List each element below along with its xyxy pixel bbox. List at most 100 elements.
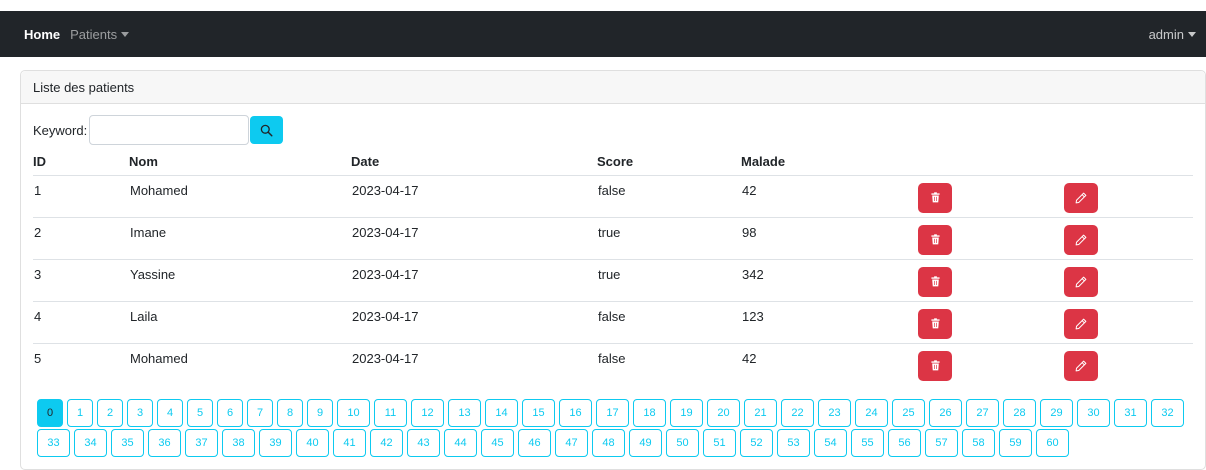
nav-home-link[interactable]: Home <box>24 27 60 42</box>
page-button-7[interactable]: 7 <box>247 399 273 427</box>
table-row: 4 Laila 2023-04-17 false 123 <box>33 300 1193 343</box>
page-button-57[interactable]: 57 <box>925 429 958 457</box>
cell-edit <box>1063 300 1193 343</box>
page-button-0[interactable]: 0 <box>37 399 63 427</box>
nav-patients-dropdown[interactable]: Patients <box>70 26 130 42</box>
page-button-36[interactable]: 36 <box>148 429 181 457</box>
cell-delete <box>917 216 1063 259</box>
edit-button[interactable] <box>1064 350 1098 381</box>
page-button-12[interactable]: 12 <box>411 399 444 427</box>
page-button-33[interactable]: 33 <box>37 429 70 457</box>
delete-button[interactable] <box>918 266 952 297</box>
page-button-44[interactable]: 44 <box>444 429 477 457</box>
page-button-25[interactable]: 25 <box>892 399 925 427</box>
page-button-53[interactable]: 53 <box>777 429 810 457</box>
nav-patients-label: Patients <box>70 26 118 42</box>
page-button-46[interactable]: 46 <box>518 429 551 457</box>
page-button-59[interactable]: 59 <box>999 429 1032 457</box>
page-button-56[interactable]: 56 <box>888 429 921 457</box>
cell-malade: 342 <box>741 258 917 301</box>
cell-score: false <box>597 174 741 217</box>
page-button-45[interactable]: 45 <box>481 429 514 457</box>
delete-button[interactable] <box>918 182 952 213</box>
page-button-48[interactable]: 48 <box>592 429 625 457</box>
page-button-17[interactable]: 17 <box>596 399 629 427</box>
page-button-24[interactable]: 24 <box>855 399 888 427</box>
patients-card: Liste des patients Keyword: ID Nom Date … <box>20 70 1206 470</box>
page-button-1[interactable]: 1 <box>67 399 93 427</box>
page-button-54[interactable]: 54 <box>814 429 847 457</box>
page-button-8[interactable]: 8 <box>277 399 303 427</box>
page-button-50[interactable]: 50 <box>666 429 699 457</box>
page-button-49[interactable]: 49 <box>629 429 662 457</box>
page-button-23[interactable]: 23 <box>818 399 851 427</box>
page-button-42[interactable]: 42 <box>370 429 403 457</box>
delete-button[interactable] <box>918 308 952 339</box>
cell-nom: Yassine <box>129 258 351 301</box>
page-button-52[interactable]: 52 <box>740 429 773 457</box>
cell-date: 2023-04-17 <box>351 342 597 385</box>
page-button-47[interactable]: 47 <box>555 429 588 457</box>
page-button-60[interactable]: 60 <box>1036 429 1069 457</box>
cell-edit <box>1063 342 1193 385</box>
page-button-40[interactable]: 40 <box>296 429 329 457</box>
page-button-41[interactable]: 41 <box>333 429 366 457</box>
page-button-19[interactable]: 19 <box>670 399 703 427</box>
cell-id: 2 <box>33 216 129 259</box>
cell-edit <box>1063 174 1193 217</box>
delete-button[interactable] <box>918 350 952 381</box>
page-button-18[interactable]: 18 <box>633 399 666 427</box>
page-button-31[interactable]: 31 <box>1114 399 1147 427</box>
cell-malade: 42 <box>741 174 917 217</box>
delete-button[interactable] <box>918 224 952 255</box>
page-button-55[interactable]: 55 <box>851 429 884 457</box>
page-button-5[interactable]: 5 <box>187 399 213 427</box>
page-button-29[interactable]: 29 <box>1040 399 1073 427</box>
nav-user-dropdown[interactable]: admin <box>1149 27 1196 42</box>
page-button-21[interactable]: 21 <box>744 399 777 427</box>
edit-button[interactable] <box>1064 224 1098 255</box>
page-button-38[interactable]: 38 <box>222 429 255 457</box>
page-button-43[interactable]: 43 <box>407 429 440 457</box>
page-button-32[interactable]: 32 <box>1151 399 1184 427</box>
page-button-39[interactable]: 39 <box>259 429 292 457</box>
trash-icon <box>930 192 940 203</box>
cell-delete <box>917 258 1063 301</box>
page-button-37[interactable]: 37 <box>185 429 218 457</box>
edit-button[interactable] <box>1064 308 1098 339</box>
edit-button[interactable] <box>1064 182 1098 213</box>
page-button-2[interactable]: 2 <box>97 399 123 427</box>
page-button-15[interactable]: 15 <box>522 399 555 427</box>
page-button-26[interactable]: 26 <box>929 399 962 427</box>
search-button[interactable] <box>250 116 284 144</box>
page-button-14[interactable]: 14 <box>485 399 518 427</box>
page-button-3[interactable]: 3 <box>127 399 153 427</box>
cell-date: 2023-04-17 <box>351 258 597 301</box>
page-button-11[interactable]: 11 <box>374 399 407 427</box>
page-button-51[interactable]: 51 <box>703 429 736 457</box>
pagination-row: 33 34 35 36 37 38 39 40 41 42 43 44 45 46 47 48 49 50 51 52… <box>37 429 1197 457</box>
cell-nom: Laila <box>129 300 351 343</box>
pencil-icon <box>1075 318 1087 329</box>
page-button-13[interactable]: 13 <box>448 399 481 427</box>
page-button-16[interactable]: 16 <box>559 399 592 427</box>
page-button-4[interactable]: 4 <box>157 399 183 427</box>
page-button-34[interactable]: 34 <box>74 429 107 457</box>
page-button-28[interactable]: 28 <box>1003 399 1036 427</box>
keyword-input[interactable] <box>89 115 250 145</box>
page-button-30[interactable]: 30 <box>1077 399 1110 427</box>
page-button-22[interactable]: 22 <box>781 399 814 427</box>
nav-left: Home Patients <box>24 26 130 42</box>
cell-score: true <box>597 258 741 301</box>
cell-malade: 42 <box>741 342 917 385</box>
page-button-10[interactable]: 10 <box>337 399 370 427</box>
cell-malade: 123 <box>741 300 917 343</box>
page-button-20[interactable]: 20 <box>707 399 740 427</box>
page-button-9[interactable]: 9 <box>307 399 333 427</box>
page-button-58[interactable]: 58 <box>962 429 995 457</box>
edit-button[interactable] <box>1064 266 1098 297</box>
table-row: 5 Mohamed 2023-04-17 false 42 <box>33 342 1193 385</box>
page-button-6[interactable]: 6 <box>217 399 243 427</box>
page-button-27[interactable]: 27 <box>966 399 999 427</box>
page-button-35[interactable]: 35 <box>111 429 144 457</box>
